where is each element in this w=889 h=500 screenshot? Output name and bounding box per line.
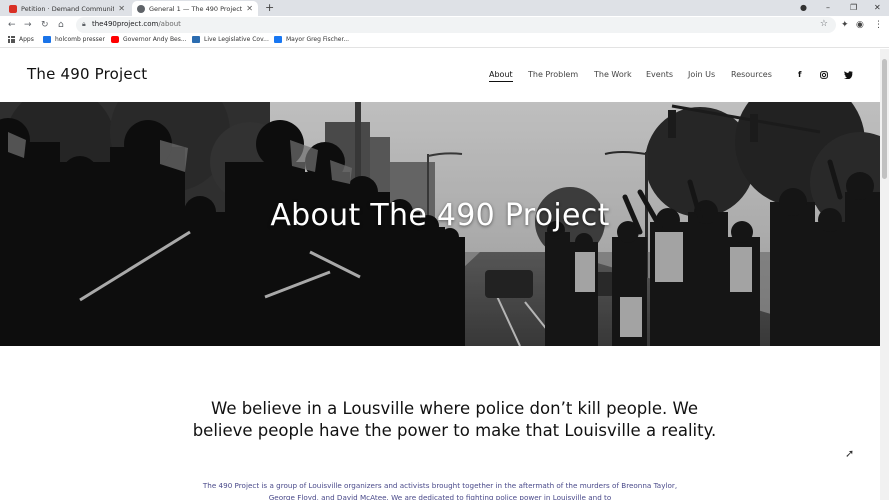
bookmark-mayor[interactable]: Mayor Greg Fischer... [274, 36, 349, 43]
site-logo[interactable]: The 490 Project [27, 65, 147, 83]
close-tab-icon[interactable]: ✕ [246, 4, 253, 13]
facebook-icon [274, 36, 282, 43]
profile-icon[interactable]: ● [800, 2, 807, 14]
nav-events[interactable]: Events [646, 70, 673, 79]
page-scrollbar[interactable] [880, 49, 889, 500]
facebook-icon[interactable]: f [798, 70, 801, 79]
menu-kebab-icon[interactable]: ⋮ [874, 19, 883, 31]
site-header: The 490 Project About The Problem The Wo… [0, 49, 880, 102]
tab-title: Petition · Demand Community O [21, 4, 114, 13]
nav-about[interactable]: About [489, 70, 513, 82]
bookmark-label: Apps [19, 36, 34, 43]
blue-v-icon [43, 36, 51, 43]
nav-the-problem[interactable]: The Problem [528, 70, 578, 79]
browser-toolbar: ← → ↻ ⌂ 🔒︎ the490project.com/about ☆ ✦ ◉… [0, 16, 889, 34]
browser-tab-petition[interactable]: Petition · Demand Community O ✕ [4, 1, 130, 16]
mission-statement: We believe in a Lousville where police d… [192, 399, 717, 440]
tab-title: General 1 — The 490 Project [149, 4, 243, 13]
scrollbar-thumb[interactable] [882, 59, 887, 179]
browser-tab-strip: Petition · Demand Community O ✕ General … [0, 0, 889, 16]
bookmark-label: Live Legislative Cov... [204, 36, 269, 43]
extensions-icon[interactable]: ✦ [841, 19, 849, 31]
account-icon[interactable]: ◉ [856, 19, 864, 31]
maximize-icon[interactable]: ❐ [850, 2, 857, 14]
nav-the-work[interactable]: The Work [594, 70, 632, 79]
web-page: The 490 Project About The Problem The Wo… [0, 49, 880, 500]
bookmarks-bar: Apps holcomb presser Governor Andy Bes..… [0, 34, 889, 48]
close-window-icon[interactable]: ✕ [874, 2, 881, 14]
minimize-icon[interactable]: – [826, 2, 830, 14]
bookmark-label: Mayor Greg Fischer... [286, 36, 350, 43]
page-favicon-icon [137, 4, 145, 13]
apps-grid-icon [8, 36, 15, 43]
nav-join-us[interactable]: Join Us [688, 70, 715, 79]
bookmark-holcomb-presser[interactable]: holcomb presser [43, 36, 105, 43]
bookmark-governor[interactable]: Governor Andy Bes... [111, 36, 187, 43]
home-icon[interactable]: ⌂ [58, 18, 64, 32]
twitter-icon[interactable] [844, 70, 853, 79]
ket-icon [192, 36, 200, 43]
intro-paragraph: The 490 Project is a group of Louisville… [202, 481, 678, 500]
forward-icon[interactable]: → [24, 18, 32, 32]
bookmark-star-icon[interactable]: ☆ [820, 19, 828, 29]
bookmark-live-legislative[interactable]: Live Legislative Cov... [192, 36, 269, 43]
bookmark-label: holcomb presser [55, 36, 105, 43]
bookmark-label: Governor Andy Bes... [123, 36, 187, 43]
address-bar[interactable]: 🔒︎ the490project.com/about ☆ [76, 17, 836, 33]
url-path: /about [158, 20, 181, 28]
bookmark-apps[interactable]: Apps [8, 36, 34, 43]
address-url: the490project.com/about [92, 20, 181, 28]
instagram-icon[interactable] [820, 70, 828, 79]
youtube-icon [111, 36, 119, 43]
browser-tab-active[interactable]: General 1 — The 490 Project ✕ [132, 1, 258, 16]
back-icon[interactable]: ← [8, 18, 16, 32]
new-tab-button[interactable]: + [265, 1, 274, 15]
reload-icon[interactable]: ↻ [41, 18, 49, 32]
hero-banner: About The 490 Project [0, 102, 880, 346]
url-domain: the490project.com [92, 20, 159, 28]
close-tab-icon[interactable]: ✕ [118, 4, 125, 13]
nav-resources[interactable]: Resources [731, 70, 772, 79]
petition-favicon-icon [9, 4, 17, 13]
mouse-cursor-icon: ➚ [845, 447, 855, 460]
lock-icon: 🔒︎ [82, 20, 86, 28]
hero-title: About The 490 Project [270, 198, 610, 233]
